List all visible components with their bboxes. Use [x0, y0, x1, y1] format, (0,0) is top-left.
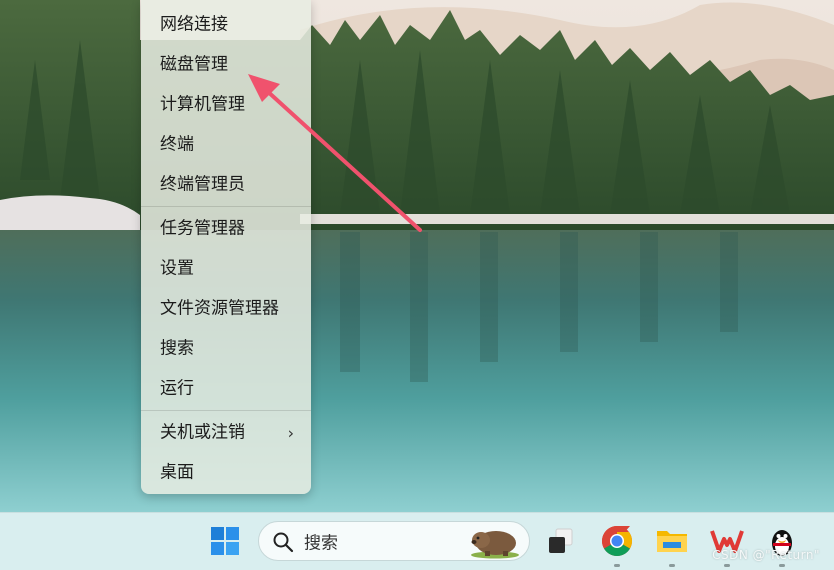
file-explorer-icon[interactable]: [654, 523, 690, 567]
csdn-watermark: CSDN @"Return": [712, 548, 820, 562]
windows-start-icon[interactable]: [207, 523, 243, 559]
desktop-wallpaper: [0, 0, 834, 512]
menu-item-label: 磁盘管理: [160, 54, 228, 75]
menu-item-label: 终端管理员: [160, 174, 245, 195]
power-user-context-menu: 网络连接 磁盘管理 计算机管理 终端 终端管理员 任务管理器 设置 文件资源管理…: [141, 0, 311, 494]
menu-item-network-connections[interactable]: 网络连接: [146, 7, 306, 43]
running-indicator: [779, 564, 785, 567]
running-indicator: [724, 564, 730, 567]
menu-item-task-manager[interactable]: 任务管理器: [146, 211, 306, 247]
menu-item-run[interactable]: 运行: [146, 371, 306, 407]
running-indicator: [614, 564, 620, 567]
menu-item-label: 终端: [160, 134, 194, 155]
taskbar: 搜索 CSDN @"Return": [0, 512, 834, 570]
menu-item-terminal-admin[interactable]: 终端管理员: [146, 167, 306, 203]
menu-item-label: 关机或注销: [160, 422, 245, 443]
task-view-icon[interactable]: [544, 523, 580, 559]
search-placeholder: 搜索: [304, 533, 338, 554]
menu-item-settings[interactable]: 设置: [146, 251, 306, 287]
menu-item-desktop[interactable]: 桌面: [146, 455, 306, 491]
menu-item-label: 计算机管理: [160, 94, 245, 115]
menu-divider: [141, 410, 311, 411]
menu-item-label: 文件资源管理器: [160, 298, 279, 319]
wombat-illustration: [471, 531, 519, 559]
menu-item-file-explorer[interactable]: 文件资源管理器: [146, 291, 306, 327]
search-icon: [273, 532, 294, 553]
menu-item-label: 设置: [160, 258, 194, 279]
menu-item-label: 桌面: [160, 462, 194, 483]
taskbar-search-box[interactable]: 搜索: [258, 521, 530, 561]
chevron-right-icon: ›: [287, 423, 294, 443]
menu-item-computer-management[interactable]: 计算机管理: [146, 87, 306, 123]
running-indicator: [669, 564, 675, 567]
menu-item-label: 搜索: [160, 338, 194, 359]
chrome-icon[interactable]: [599, 523, 635, 567]
menu-item-label: 运行: [160, 378, 194, 399]
menu-item-disk-management[interactable]: 磁盘管理: [146, 47, 306, 83]
menu-item-label: 任务管理器: [160, 218, 245, 239]
menu-item-shutdown-or-sign-out[interactable]: 关机或注销 ›: [146, 415, 306, 451]
menu-item-label: 网络连接: [160, 14, 228, 35]
menu-divider: [141, 206, 311, 207]
menu-item-search[interactable]: 搜索: [146, 331, 306, 367]
menu-item-terminal[interactable]: 终端: [146, 127, 306, 163]
